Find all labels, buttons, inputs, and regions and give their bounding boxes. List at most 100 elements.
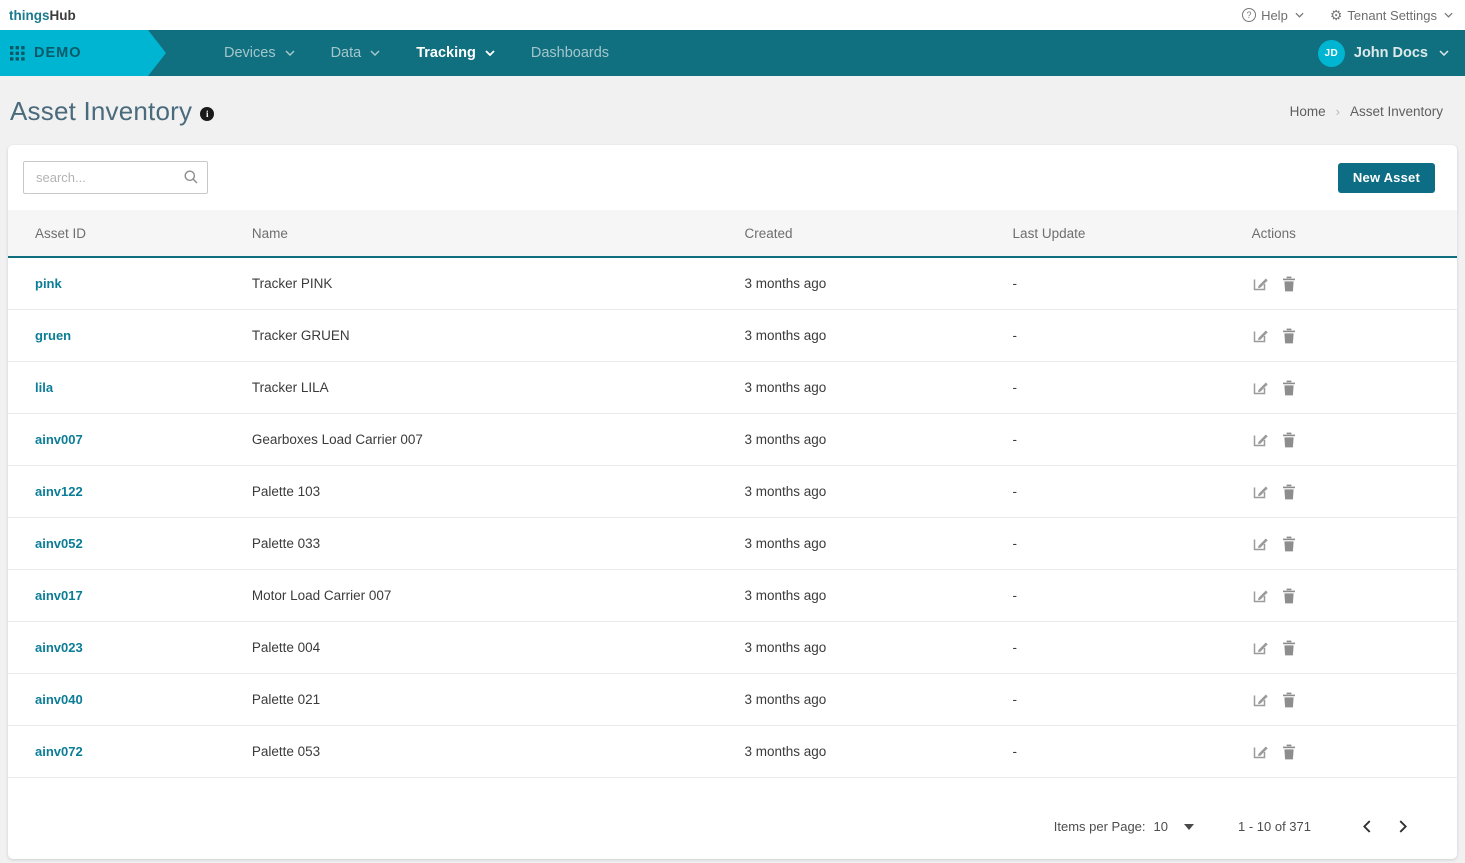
- chevron-down-icon: [485, 50, 495, 56]
- asset-last-update-cell: -: [1001, 518, 1240, 570]
- edit-icon[interactable]: [1252, 275, 1269, 292]
- asset-created-cell: 3 months ago: [732, 518, 1000, 570]
- pagination-range: 1 - 10 of 371: [1238, 819, 1311, 834]
- delete-icon[interactable]: [1282, 536, 1296, 552]
- delete-icon[interactable]: [1282, 276, 1296, 292]
- nav-item-data[interactable]: Data: [317, 30, 395, 76]
- asset-last-update-cell: -: [1001, 726, 1240, 778]
- help-icon: [1242, 8, 1256, 22]
- asset-name-cell: Palette 021: [240, 674, 733, 726]
- table-row: ainv052Palette 0333 months ago-: [8, 518, 1457, 570]
- asset-id-link[interactable]: ainv052: [35, 536, 83, 551]
- nav-item-dashboards[interactable]: Dashboards: [517, 30, 623, 76]
- asset-id-link[interactable]: ainv072: [35, 744, 83, 759]
- new-asset-button[interactable]: New Asset: [1338, 163, 1435, 193]
- asset-last-update-cell: -: [1001, 674, 1240, 726]
- edit-icon[interactable]: [1252, 639, 1269, 656]
- delete-icon[interactable]: [1282, 588, 1296, 604]
- delete-icon[interactable]: [1282, 744, 1296, 760]
- column-header-last-update: Last Update: [1001, 210, 1240, 257]
- info-icon[interactable]: [200, 107, 214, 121]
- table-row: ainv072Palette 0533 months ago-: [8, 726, 1457, 778]
- table-row: lila Tracker LILA3 months ago-: [8, 362, 1457, 414]
- top-bar: thingsHub Help ⚙ Tenant Settings: [0, 0, 1465, 30]
- asset-id-link[interactable]: ainv040: [35, 692, 83, 707]
- user-menu[interactable]: JD John Docs: [1318, 40, 1449, 67]
- column-header-created: Created: [732, 210, 1000, 257]
- delete-icon[interactable]: [1282, 640, 1296, 656]
- asset-created-cell: 3 months ago: [732, 570, 1000, 622]
- asset-created-cell: 3 months ago: [732, 622, 1000, 674]
- asset-name-cell: Motor Load Carrier 007: [240, 570, 733, 622]
- previous-page-button[interactable]: [1359, 818, 1374, 835]
- asset-name-cell: Palette 053: [240, 726, 733, 778]
- delete-icon[interactable]: [1282, 432, 1296, 448]
- asset-inventory-card: New Asset Asset ID Name Created Last Upd…: [8, 145, 1457, 859]
- delete-icon[interactable]: [1282, 692, 1296, 708]
- search-icon[interactable]: [183, 169, 199, 190]
- asset-id-link[interactable]: gruen: [35, 328, 71, 343]
- asset-created-cell: 3 months ago: [732, 362, 1000, 414]
- asset-last-update-cell: -: [1001, 414, 1240, 466]
- edit-icon[interactable]: [1252, 379, 1269, 396]
- asset-id-link[interactable]: ainv023: [35, 640, 83, 655]
- nav-items: Devices Data Tracking Dashboards: [210, 30, 623, 76]
- asset-name-cell: Tracker LILA: [240, 362, 733, 414]
- edit-icon[interactable]: [1252, 483, 1269, 500]
- column-header-actions: Actions: [1240, 210, 1457, 257]
- delete-icon[interactable]: [1282, 380, 1296, 396]
- edit-icon[interactable]: [1252, 327, 1269, 344]
- edit-icon[interactable]: [1252, 691, 1269, 708]
- page-header: Asset Inventory Home › Asset Inventory: [0, 76, 1465, 145]
- caret-down-icon: [1184, 824, 1194, 830]
- asset-id-link[interactable]: lila: [35, 380, 53, 395]
- asset-table: Asset ID Name Created Last Update Action…: [8, 210, 1457, 778]
- breadcrumb: Home › Asset Inventory: [1290, 104, 1443, 119]
- asset-id-link[interactable]: ainv017: [35, 588, 83, 603]
- chevron-down-icon: [1439, 50, 1449, 56]
- asset-last-update-cell: -: [1001, 362, 1240, 414]
- delete-icon[interactable]: [1282, 484, 1296, 500]
- items-per-page-select[interactable]: 10: [1154, 819, 1194, 834]
- logo-suffix: Hub: [50, 8, 76, 23]
- app-logo[interactable]: thingsHub: [9, 8, 76, 23]
- asset-created-cell: 3 months ago: [732, 414, 1000, 466]
- breadcrumb-home[interactable]: Home: [1290, 104, 1326, 119]
- nav-item-devices[interactable]: Devices: [210, 30, 309, 76]
- grid-icon: [10, 46, 25, 61]
- breadcrumb-current: Asset Inventory: [1350, 104, 1443, 119]
- table-row: ainv007 Gearboxes Load Carrier 0073 month…: [8, 414, 1457, 466]
- user-name: John Docs: [1354, 45, 1428, 61]
- chevron-down-icon: [1295, 12, 1304, 18]
- nav-item-label: Devices: [224, 45, 276, 61]
- nav-item-label: Dashboards: [531, 45, 609, 61]
- edit-icon[interactable]: [1252, 535, 1269, 552]
- edit-icon[interactable]: [1252, 743, 1269, 760]
- gear-icon: ⚙: [1330, 8, 1343, 22]
- logo-prefix: things: [9, 8, 50, 23]
- tenant-selector[interactable]: DEMO: [0, 30, 166, 76]
- asset-id-link[interactable]: ainv122: [35, 484, 83, 499]
- asset-id-link[interactable]: pink: [35, 276, 62, 291]
- edit-icon[interactable]: [1252, 587, 1269, 604]
- asset-last-update-cell: -: [1001, 257, 1240, 310]
- asset-created-cell: 3 months ago: [732, 674, 1000, 726]
- help-menu[interactable]: Help: [1242, 8, 1304, 23]
- nav-item-tracking[interactable]: Tracking: [402, 30, 509, 76]
- asset-name-cell: Tracker GRUEN: [240, 310, 733, 362]
- asset-name-cell: Gearboxes Load Carrier 007: [240, 414, 733, 466]
- delete-icon[interactable]: [1282, 328, 1296, 344]
- asset-id-link[interactable]: ainv007: [35, 432, 83, 447]
- pagination: Items per Page: 10 1 - 10 of 371: [8, 790, 1457, 845]
- table-row: ainv122Palette 1033 months ago-: [8, 466, 1457, 518]
- tenant-settings-label: Tenant Settings: [1347, 8, 1437, 23]
- tenant-settings-menu[interactable]: ⚙ Tenant Settings: [1330, 8, 1453, 23]
- page-title: Asset Inventory: [10, 96, 192, 127]
- table-row: ainv017 Motor Load Carrier 0073 months ag…: [8, 570, 1457, 622]
- card-toolbar: New Asset: [8, 161, 1457, 194]
- next-page-button[interactable]: [1396, 818, 1411, 835]
- search-input[interactable]: [23, 161, 208, 194]
- table-row: ainv040 Palette 0213 months ago-: [8, 674, 1457, 726]
- edit-icon[interactable]: [1252, 431, 1269, 448]
- table-row: gruenTracker GRUEN3 months ago-: [8, 310, 1457, 362]
